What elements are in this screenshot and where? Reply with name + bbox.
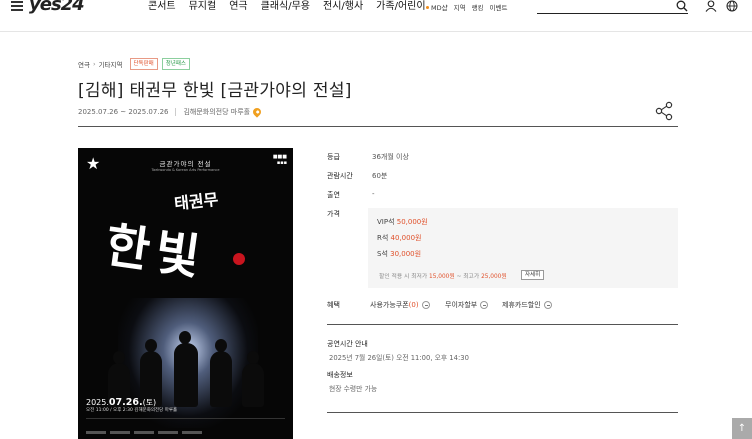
site-logo[interactable]: yes24: [29, 0, 85, 15]
price-s: S석 30,000원: [377, 250, 422, 258]
location-pin-icon[interactable]: [251, 106, 263, 118]
price-r: R석 40,000원: [377, 234, 422, 242]
search-input[interactable]: [537, 13, 688, 14]
subnav-ranking[interactable]: 랭킹: [472, 2, 484, 12]
poster-sponsors: [86, 418, 285, 436]
red-seal-icon: [233, 253, 245, 265]
nav-item-exhibition[interactable]: 전시/행사: [323, 0, 363, 14]
delivery-title: 배송정보: [327, 371, 353, 379]
site-header: yes24 콘서트 뮤지컬 연극 클래식/무용 전시/행사 가족/어린이 MD샵…: [0, 0, 752, 32]
runtime-label: 관람시간: [327, 172, 353, 180]
chevron-right-icon: ›: [92, 60, 96, 68]
chevron-down-icon: [543, 301, 552, 309]
breadcrumb-sub[interactable]: 기타지역: [99, 59, 123, 69]
price-label: 가격: [327, 210, 340, 218]
menu-icon[interactable]: [11, 1, 23, 11]
divider: [78, 126, 678, 127]
price-vip: VIP석 50,000원: [377, 218, 428, 226]
showtime-title: 공연시간 안내: [327, 340, 368, 348]
main-nav: 콘서트 뮤지컬 연극 클래식/무용 전시/행사 가족/어린이: [148, 0, 439, 14]
grade-value: 36개월 이상: [372, 153, 409, 161]
price-box: VIP석 50,000원 R석 40,000원 S석 30,000원 할인 적용…: [368, 208, 678, 288]
performer-silhouette: [174, 331, 198, 407]
installment-button[interactable]: 무이자할부: [445, 300, 489, 310]
badge-exclusive: 단독판매: [129, 58, 158, 70]
coupon-button[interactable]: 사용가능쿠폰 (0): [370, 300, 430, 310]
cast-value: -: [372, 190, 375, 198]
chevron-down-icon: [480, 301, 489, 309]
performer-silhouette: [242, 351, 264, 407]
discount-note: 할인 적용 시 최저가 15,000원 ~ 최고가 25,000원: [379, 274, 507, 280]
nav-item-play[interactable]: 연극: [229, 0, 247, 14]
subnav-region[interactable]: 지역: [454, 2, 466, 12]
breadcrumb-category[interactable]: 연극: [78, 59, 90, 69]
runtime-value: 60분: [372, 172, 388, 180]
divider: [327, 324, 678, 325]
divider: [327, 412, 678, 413]
event-poster[interactable]: ★ ■■■ ▪▪▪ 금관가야의 전설 Taekwondo & Korean Art…: [78, 148, 293, 439]
subnav-event[interactable]: 이벤트: [490, 2, 508, 12]
badge-youth-pass: 청년패스: [161, 58, 190, 70]
benefit-label: 혜택: [327, 301, 340, 309]
nav-item-family[interactable]: 가족/어린이: [376, 0, 425, 14]
nav-item-musical[interactable]: 뮤지컬: [189, 0, 217, 14]
poster-name: 태권무: [173, 189, 220, 214]
delivery-text: 현장 수령만 가능: [329, 385, 378, 393]
globe-icon[interactable]: [726, 0, 738, 12]
search-icon[interactable]: [676, 0, 688, 12]
page-title: [김해] 태권무 한빛 [금관가야의 전설]: [78, 81, 352, 101]
divider: [175, 108, 177, 116]
poster-big-title: 한빛: [101, 217, 210, 287]
poster-top-title: 금관가야의 전설: [159, 160, 212, 168]
nav-item-concert[interactable]: 콘서트: [148, 0, 176, 14]
breadcrumb: 연극 › 기타지역 단독판매 청년패스: [78, 58, 190, 70]
poster-subtitle: Taekwondo & Korean Arts Performance: [151, 168, 220, 172]
event-dates: 2025.07.26 ~ 2025.07.26: [78, 108, 169, 116]
price-detail-button[interactable]: 자세히: [521, 270, 545, 280]
user-icon[interactable]: [705, 0, 717, 12]
sub-nav: MD샵 지역 랭킹 이벤트: [426, 2, 513, 12]
event-venue[interactable]: 김해문화의전당 마루홀: [183, 107, 250, 117]
chevron-down-icon: [421, 301, 430, 309]
showtime-text: 2025년 7월 26일(토) 오전 11:00, 오후 14:30: [329, 354, 469, 362]
dot-icon: [426, 5, 429, 9]
card-discount-button[interactable]: 제휴카드할인: [502, 300, 552, 310]
subnav-md[interactable]: MD샵: [431, 2, 448, 12]
nav-item-classic[interactable]: 클래식/무용: [261, 0, 310, 14]
performer-silhouette: [210, 339, 232, 407]
scroll-top-button[interactable]: ↑: [732, 418, 752, 439]
share-icon[interactable]: [654, 101, 674, 121]
poster-time: 오전 11:00 / 오후 2:30 김해문화의전당 마루홀: [86, 408, 178, 413]
event-meta: 2025.07.26 ~ 2025.07.26 김해문화의전당 마루홀: [78, 106, 263, 118]
grade-label: 등급: [327, 153, 340, 161]
cast-label: 출연: [327, 191, 340, 199]
